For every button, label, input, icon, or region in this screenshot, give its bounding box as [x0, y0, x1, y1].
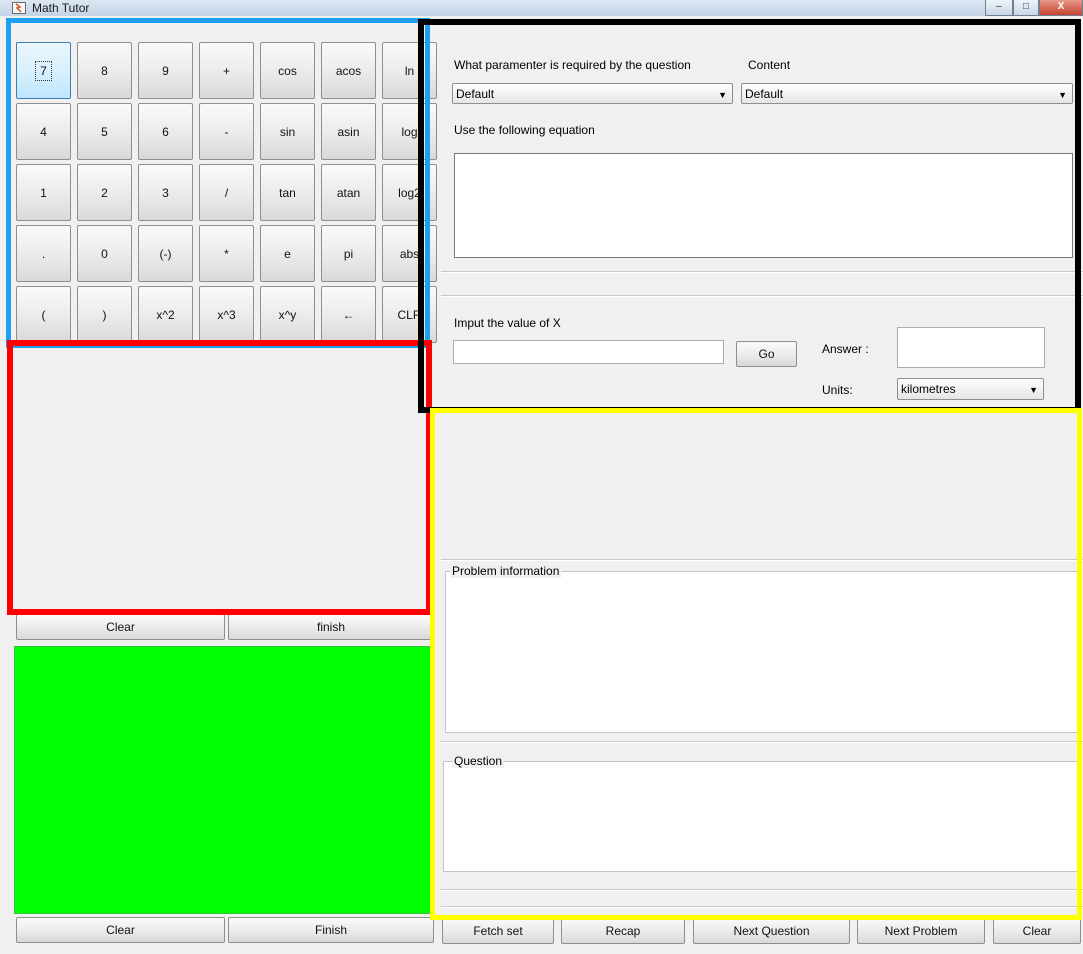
- java-app-icon: [12, 2, 26, 14]
- question-title: Question: [452, 754, 505, 768]
- green-clear-button[interactable]: Clear: [16, 917, 225, 943]
- key-5[interactable]: 5: [77, 103, 132, 160]
- green-finish-button[interactable]: Finish: [228, 917, 434, 943]
- key-power[interactable]: x^y: [260, 286, 315, 343]
- key-plus[interactable]: +: [199, 42, 254, 99]
- key-0[interactable]: 0: [77, 225, 132, 282]
- separator: [441, 295, 1083, 297]
- param-label: What paramenter is required by the quest…: [454, 58, 691, 72]
- backspace-icon: ←: [342, 307, 355, 322]
- key-4[interactable]: 4: [16, 103, 71, 160]
- chevron-down-icon: ▼: [718, 90, 727, 100]
- answer-field[interactable]: [897, 327, 1045, 368]
- key-sin[interactable]: sin: [260, 103, 315, 160]
- close-icon: X: [1057, 1, 1065, 12]
- go-button[interactable]: Go: [736, 341, 797, 367]
- key-clr[interactable]: CLR: [382, 286, 437, 343]
- work-clear-button[interactable]: Clear: [16, 614, 225, 640]
- next-question-button[interactable]: Next Question: [693, 917, 850, 944]
- key-backspace[interactable]: ←: [321, 286, 376, 343]
- work-finish-button[interactable]: finish: [228, 614, 434, 640]
- key-square[interactable]: x^2: [138, 286, 193, 343]
- param-dropdown[interactable]: Default ▼: [452, 83, 733, 104]
- recap-button[interactable]: Recap: [561, 917, 685, 944]
- key-6[interactable]: 6: [138, 103, 193, 160]
- key-cube[interactable]: x^3: [199, 286, 254, 343]
- key-abs[interactable]: abs: [382, 225, 437, 282]
- separator: [441, 889, 1083, 891]
- key-divide[interactable]: /: [199, 164, 254, 221]
- key-atan[interactable]: atan: [321, 164, 376, 221]
- maximize-button[interactable]: □: [1013, 0, 1039, 16]
- key-ln[interactable]: ln: [382, 42, 437, 99]
- key-decimal[interactable]: .: [16, 225, 71, 282]
- units-dropdown[interactable]: kilometres ▼: [897, 378, 1044, 400]
- fetch-set-button[interactable]: Fetch set: [442, 917, 554, 944]
- problem-information-title: Problem information: [450, 564, 562, 578]
- key-e[interactable]: e: [260, 225, 315, 282]
- key-negate[interactable]: (-): [138, 225, 193, 282]
- equation-box[interactable]: [454, 153, 1073, 258]
- key-pi[interactable]: pi: [321, 225, 376, 282]
- key-cos[interactable]: cos: [260, 42, 315, 99]
- key-asin[interactable]: asin: [321, 103, 376, 160]
- key-tan[interactable]: tan: [260, 164, 315, 221]
- key-open-paren[interactable]: (: [16, 286, 71, 343]
- chevron-down-icon: ▼: [1058, 90, 1067, 100]
- key-close-paren[interactable]: ): [77, 286, 132, 343]
- key-log[interactable]: log: [382, 103, 437, 160]
- question-box[interactable]: [443, 761, 1078, 872]
- content-label: Content: [748, 58, 791, 72]
- answer-label: Answer :: [822, 342, 869, 356]
- key-1[interactable]: 1: [16, 164, 71, 221]
- separator: [441, 271, 1083, 273]
- units-label: Units:: [822, 383, 853, 397]
- key-2[interactable]: 2: [77, 164, 132, 221]
- work-area[interactable]: [12, 344, 428, 610]
- maximize-icon: □: [1022, 1, 1030, 12]
- calculator-keypad: 7 8 9 + cos acos ln 4 5 6 - sin asin log…: [8, 38, 440, 343]
- key-multiply[interactable]: *: [199, 225, 254, 282]
- key-8[interactable]: 8: [77, 42, 132, 99]
- x-value-input[interactable]: [453, 340, 724, 364]
- problem-information-box[interactable]: [445, 571, 1078, 733]
- close-button[interactable]: X: [1039, 0, 1083, 16]
- equation-label: Use the following equation: [454, 123, 595, 137]
- key-minus[interactable]: -: [199, 103, 254, 160]
- separator: [441, 906, 1083, 908]
- next-problem-button[interactable]: Next Problem: [857, 917, 985, 944]
- key-3[interactable]: 3: [138, 164, 193, 221]
- key-9[interactable]: 9: [138, 42, 193, 99]
- key-acos[interactable]: acos: [321, 42, 376, 99]
- separator: [441, 559, 1083, 561]
- x-value-label: Imput the value of X: [454, 316, 561, 330]
- minimize-icon: –: [996, 1, 1002, 12]
- key-7[interactable]: 7: [16, 42, 71, 99]
- title-bar: [0, 0, 1083, 16]
- window-title: Math Tutor: [32, 1, 90, 15]
- bottom-clear-button[interactable]: Clear: [993, 917, 1081, 944]
- green-panel[interactable]: [14, 646, 432, 914]
- content-dropdown[interactable]: Default ▼: [741, 83, 1073, 104]
- key-log2[interactable]: log2: [382, 164, 437, 221]
- separator: [441, 741, 1083, 743]
- chevron-down-icon: ▼: [1029, 385, 1038, 395]
- minimize-button[interactable]: –: [985, 0, 1013, 16]
